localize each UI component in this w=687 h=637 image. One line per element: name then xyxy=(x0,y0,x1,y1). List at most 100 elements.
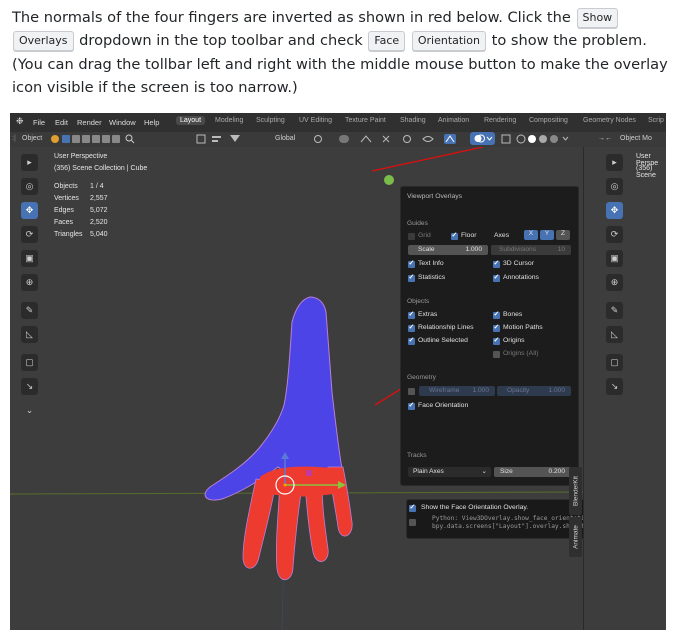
scale-field[interactable]: Scale 1.000 xyxy=(408,245,488,255)
cursor-tool[interactable]: ◎ xyxy=(21,178,38,195)
scale-tool[interactable]: ▣ xyxy=(21,250,38,267)
side-measure-tool[interactable]: ◺ xyxy=(606,326,623,343)
tab-animation[interactable]: Animation xyxy=(438,117,469,124)
grid-checkbox[interactable] xyxy=(408,233,415,240)
menu-render[interactable]: Render xyxy=(77,118,102,127)
side-move-tool[interactable]: ✥ xyxy=(606,202,623,219)
show-key: Show xyxy=(576,8,619,28)
tab-geometry-nodes[interactable]: Geometry Nodes xyxy=(583,117,636,124)
menu-window[interactable]: Window xyxy=(109,118,136,127)
secondary-viewport[interactable]: ▸ ◎ ✥ ⟳ ▣ ⊕ ✎ ◺ ▢ ↘ User Perspe (356) Sc… xyxy=(583,147,666,630)
select-box-tool[interactable]: ▸ xyxy=(21,154,38,171)
floor-checkbox[interactable] xyxy=(451,231,458,240)
right-object-mode-dropdown[interactable]: Object Mo xyxy=(620,135,652,142)
bones-label: Bones xyxy=(503,311,523,318)
side-cursor-tool[interactable]: ◎ xyxy=(606,178,623,195)
snapping-icons[interactable] xyxy=(313,134,423,146)
tab-compositing[interactable]: Compositing xyxy=(529,117,568,124)
axis-x-toggle[interactable]: X xyxy=(524,230,538,240)
tracks-size-label: Size xyxy=(500,468,513,475)
popup-title: Viewport Overlays xyxy=(407,193,463,200)
side-add-cube-tool[interactable]: ▢ xyxy=(606,354,623,371)
tab-modeling[interactable]: Modeling xyxy=(215,117,243,124)
cursor-3d-label: 3D Cursor xyxy=(503,260,534,267)
tooltip-checkbox-2-icon xyxy=(409,519,416,526)
tracks-size-field[interactable]: Size 0.200 xyxy=(494,467,571,477)
tab-sculpting[interactable]: Sculpting xyxy=(256,117,285,124)
axis-z-toggle[interactable]: Z xyxy=(556,230,570,240)
transform-orientation-dropdown[interactable]: Global xyxy=(275,135,295,142)
wireframe-field[interactable]: Wireframe 1.000 xyxy=(419,386,495,396)
annotate-tool[interactable]: ✎ xyxy=(21,302,38,319)
tab-scripting[interactable]: Scrip xyxy=(648,117,664,124)
blender-screenshot: ❉ File Edit Render Window Help Layout Mo… xyxy=(10,113,666,630)
cursor-3d-checkbox[interactable] xyxy=(493,259,500,268)
subdivisions-field[interactable]: Subdivisions 10 xyxy=(491,245,571,255)
blender-logo-icon[interactable]: ❉ xyxy=(16,116,24,127)
show-overlays-button[interactable] xyxy=(470,132,495,145)
text-info-checkbox[interactable] xyxy=(408,259,415,268)
side-extrude-tool[interactable]: ↘ xyxy=(606,378,623,395)
object-mode-dropdown[interactable]: Object xyxy=(22,135,42,142)
tab-uv-editing[interactable]: UV Editing xyxy=(299,117,332,124)
axes-label: Axes xyxy=(494,232,510,239)
side-annotate-tool[interactable]: ✎ xyxy=(606,302,623,319)
tab-texture-paint[interactable]: Texture Paint xyxy=(345,117,386,124)
collection-info: (356) Scene Collection | Cube xyxy=(54,165,148,172)
tab-rendering[interactable]: Rendering xyxy=(484,117,516,124)
scale-label: Scale xyxy=(418,246,435,253)
mode-icons-svg xyxy=(51,134,135,144)
overlays-key: Overlays xyxy=(13,31,74,52)
tracks-heading: Tracks xyxy=(407,452,427,459)
move-tool[interactable]: ✥ xyxy=(21,202,38,219)
wireframe-checkbox[interactable] xyxy=(408,388,415,395)
tab-shading[interactable]: Shading xyxy=(400,117,426,124)
tab-animate[interactable]: Animate xyxy=(569,517,582,557)
transform-pivot-icons[interactable] xyxy=(196,134,256,146)
measure-tool[interactable]: ◺ xyxy=(21,326,38,343)
dropdown-arrow-icon: ⌄ xyxy=(481,468,487,475)
axis-y-toggle[interactable]: Y xyxy=(540,230,554,240)
view-name: User Perspective xyxy=(54,153,108,160)
3d-viewport[interactable]: ▸ ◎ ✥ ⟳ ▣ ⊕ ✎ ◺ ▢ ↘ ⌄ User Perspective (… xyxy=(10,147,666,630)
stat-edges-label: Edges xyxy=(54,207,74,214)
tracks-display-dropdown[interactable]: Plain Axes ⌄ xyxy=(408,467,491,477)
shading-mode-icons[interactable] xyxy=(501,134,581,146)
menu-help[interactable]: Help xyxy=(144,118,159,127)
origins-all-checkbox[interactable] xyxy=(493,351,500,358)
face-orientation-checkbox[interactable] xyxy=(408,401,415,410)
relationship-lines-checkbox[interactable] xyxy=(408,323,415,332)
tab-blenderkit[interactable]: BlenderKit xyxy=(569,467,582,515)
tool-expand-icon[interactable]: ⌄ xyxy=(21,402,38,419)
viewport-header: :| Object Global →← Object Mo xyxy=(10,132,666,147)
side-rotate-tool[interactable]: ⟳ xyxy=(606,226,623,243)
guides-heading: Guides xyxy=(407,220,428,227)
origins-checkbox[interactable] xyxy=(493,336,500,345)
menu-file[interactable]: File xyxy=(33,118,45,127)
annotations-checkbox[interactable] xyxy=(493,273,500,282)
instruction-text-2: dropdown in the top toolbar and check xyxy=(79,32,363,50)
opacity-field[interactable]: Opacity 1.000 xyxy=(497,386,571,396)
rotate-tool[interactable]: ⟳ xyxy=(21,226,38,243)
add-cube-tool[interactable]: ▢ xyxy=(21,354,38,371)
tab-layout[interactable]: Layout xyxy=(176,116,206,125)
extrude-tool[interactable]: ↘ xyxy=(21,378,38,395)
text-info-label: Text Info xyxy=(418,260,444,267)
side-transform-tool[interactable]: ⊕ xyxy=(606,274,623,291)
objects-heading: Objects xyxy=(407,298,430,305)
transform-tool[interactable]: ⊕ xyxy=(21,274,38,291)
extras-checkbox[interactable] xyxy=(408,310,415,319)
tooltip-checkbox-icon xyxy=(409,503,416,512)
menu-edit[interactable]: Edit xyxy=(55,118,68,127)
side-collection-info: (356) Scene xyxy=(636,165,656,179)
opacity-value: 1.000 xyxy=(548,387,565,394)
side-scale-tool[interactable]: ▣ xyxy=(606,250,623,267)
side-select-tool[interactable]: ▸ xyxy=(606,154,623,171)
secondary-header-icons[interactable]: →← xyxy=(598,135,612,142)
selection-mode-icons[interactable] xyxy=(50,134,150,146)
stat-vertices-label: Vertices xyxy=(54,195,79,202)
statistics-checkbox[interactable] xyxy=(408,273,415,282)
bones-checkbox[interactable] xyxy=(493,310,500,319)
motion-paths-checkbox[interactable] xyxy=(493,323,500,332)
outline-selected-checkbox[interactable] xyxy=(408,336,415,345)
